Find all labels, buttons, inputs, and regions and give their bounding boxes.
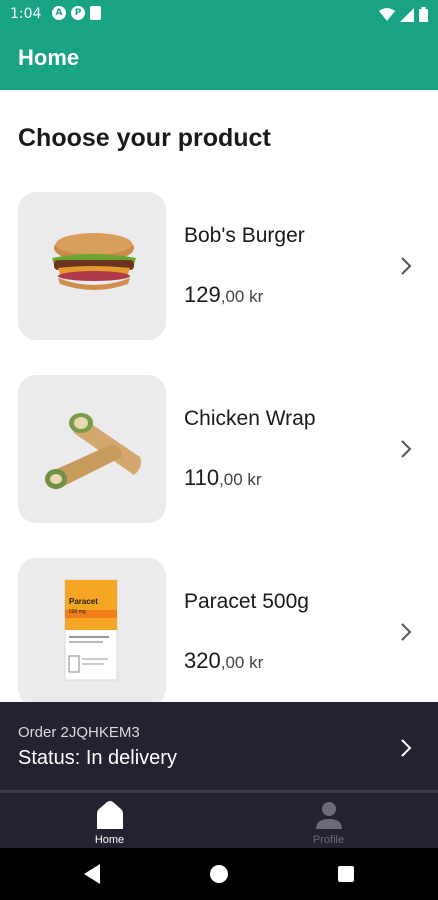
sim-card-icon — [90, 6, 101, 20]
product-price: 110,00 kr — [184, 465, 262, 491]
profile-icon — [316, 802, 342, 829]
status-right-icons — [379, 7, 428, 22]
paracet-strength-text: 500 mg — [69, 609, 86, 615]
paracet-box-image: Paracet 500 mg — [64, 579, 118, 681]
price-integer: 110 — [184, 465, 220, 490]
burger-image — [52, 233, 136, 290]
nav-item-profile[interactable]: Profile — [219, 793, 438, 848]
price-decimal-currency: ,00 kr — [220, 287, 264, 306]
paracet-brand-text: Paracet — [69, 597, 98, 606]
chevron-right-icon[interactable] — [396, 736, 416, 760]
notification-a-icon: A — [52, 6, 66, 20]
battery-icon — [419, 7, 428, 22]
system-navigation-bar — [0, 848, 438, 900]
product-thumbnail: Paracet 500 mg — [18, 558, 166, 706]
signal-icon — [400, 7, 414, 22]
product-thumbnail — [18, 192, 166, 340]
product-item-burger[interactable]: Bob's Burger 129,00 kr — [0, 192, 438, 340]
recents-icon[interactable] — [334, 862, 358, 886]
product-price: 129,00 kr — [184, 282, 263, 308]
bottom-navigation: Home Profile — [0, 793, 438, 848]
status-bar: 1:04 A P — [0, 0, 438, 30]
back-icon[interactable] — [80, 862, 104, 886]
app-bar: Home — [0, 30, 438, 90]
home-icon — [97, 801, 123, 829]
nav-label-profile: Profile — [312, 834, 345, 846]
product-name: Paracet 500g — [184, 590, 309, 613]
product-item-wrap[interactable]: Chicken Wrap 110,00 kr — [0, 375, 438, 523]
product-name: Bob's Burger — [184, 224, 305, 247]
section-heading: Choose your product — [18, 124, 271, 152]
status-time: 1:04 — [10, 6, 42, 22]
product-name: Chicken Wrap — [184, 407, 316, 430]
order-id: Order 2JQHKEM3 — [18, 724, 140, 741]
wrap-image — [45, 413, 142, 489]
order-status-banner[interactable]: Order 2JQHKEM3 Status: In delivery — [0, 702, 438, 790]
price-decimal-currency: ,00 kr — [220, 653, 264, 672]
product-thumbnail — [18, 375, 166, 523]
home-circle-icon[interactable] — [207, 862, 231, 886]
order-status: Status: In delivery — [18, 747, 177, 769]
notification-icons: A P — [52, 6, 101, 20]
product-price: 320,00 kr — [184, 648, 263, 674]
nav-item-home[interactable]: Home — [0, 793, 219, 848]
notification-p-icon: P — [71, 6, 85, 20]
price-integer: 320 — [184, 648, 221, 673]
chevron-right-icon[interactable] — [396, 620, 416, 644]
price-integer: 129 — [184, 282, 221, 307]
chevron-right-icon[interactable] — [396, 254, 416, 278]
nav-label-home: Home — [94, 834, 125, 846]
chevron-right-icon[interactable] — [396, 437, 416, 461]
wifi-icon — [379, 7, 395, 21]
page-title: Home — [18, 45, 80, 70]
product-item-paracet[interactable]: Paracet 500 mg Paracet 500g 320,00 kr — [0, 558, 438, 706]
price-decimal-currency: ,00 kr — [219, 470, 262, 489]
